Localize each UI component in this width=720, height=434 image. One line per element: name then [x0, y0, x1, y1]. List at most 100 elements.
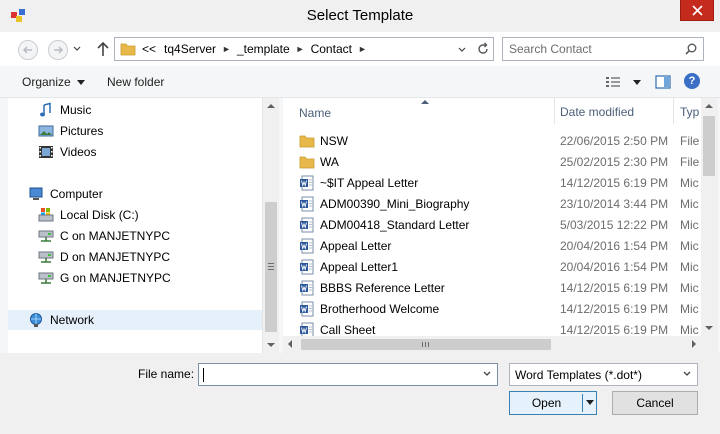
back-arrow-icon [22, 46, 32, 54]
recent-locations-chevron-icon[interactable] [72, 44, 82, 54]
preview-pane-icon[interactable] [655, 74, 671, 90]
file-row[interactable]: Call Sheet 14/12/2015 6:19 PM Mic [283, 319, 701, 336]
split-divider [582, 394, 583, 412]
nav-item-videos[interactable]: Videos [38, 142, 96, 162]
close-button[interactable] [680, 0, 714, 21]
column-date-modified[interactable]: Date modified [560, 105, 634, 119]
file-name-input[interactable] [203, 367, 473, 381]
search-icon[interactable] [685, 43, 697, 55]
open-options-chevron-icon[interactable] [586, 400, 594, 405]
file-name-label: File name: [138, 367, 195, 381]
nav-item-computer[interactable]: Computer [28, 184, 103, 204]
refresh-icon[interactable] [476, 42, 490, 56]
file-type: Mic [680, 239, 699, 253]
word-doc-icon [300, 175, 314, 191]
breadcrumb-separator-icon[interactable]: ► [220, 44, 233, 54]
file-name-combobox[interactable] [198, 363, 498, 386]
breadcrumb-overflow[interactable]: << [140, 42, 160, 56]
breadcrumb-tq4server[interactable]: tq4Server [160, 42, 220, 56]
music-icon [40, 102, 51, 117]
word-doc-icon [300, 217, 314, 233]
breadcrumb-contact[interactable]: Contact [307, 42, 356, 56]
word-doc-icon [300, 196, 314, 212]
navigation-scrollbar[interactable] [262, 98, 279, 353]
file-type: Mic [680, 302, 699, 316]
scrollbar-thumb[interactable] [703, 116, 715, 176]
file-row[interactable]: WA 25/02/2015 2:30 PM File [283, 151, 701, 172]
file-row[interactable]: BBBS Reference Letter 14/12/2015 6:19 PM M… [283, 277, 701, 298]
file-name: ADM00418_Standard Letter [320, 218, 470, 232]
nav-item-local-disk[interactable]: Local Disk (C:) [38, 205, 139, 225]
breadcrumb-template[interactable]: _template [233, 42, 294, 56]
scroll-down-icon[interactable] [705, 326, 713, 330]
file-list-horizontal-scrollbar[interactable] [283, 336, 701, 353]
file-name: ADM00390_Mini_Biography [320, 197, 470, 211]
network-drive-icon [38, 272, 54, 284]
nav-item-d-drive[interactable]: D on MANJETNYPC [38, 247, 170, 267]
nav-item-g-drive[interactable]: G on MANJETNYPC [38, 268, 171, 288]
local-disk-icon [38, 208, 54, 222]
address-bar[interactable]: << tq4Server ► _template ► Contact ► [114, 37, 494, 61]
folder-icon [299, 156, 315, 169]
scroll-down-icon[interactable] [267, 343, 275, 347]
breadcrumb-separator-icon[interactable]: ► [356, 44, 369, 54]
nav-item-pictures[interactable]: Pictures [38, 121, 103, 141]
scrollbar-thumb[interactable] [265, 202, 277, 332]
scroll-right-icon[interactable] [692, 340, 696, 348]
videos-icon [39, 146, 53, 158]
column-type[interactable]: Typ [680, 105, 699, 119]
search-box[interactable] [502, 37, 704, 61]
file-row[interactable]: Brotherhood Welcome 14/12/2015 6:19 PM Mic [283, 298, 701, 319]
navigation-pane: Music Pictures Videos Computer Local Dis… [8, 98, 262, 353]
network-drive-icon [38, 230, 54, 242]
forward-arrow-icon [54, 46, 64, 54]
scroll-up-icon[interactable] [267, 104, 275, 108]
search-input[interactable] [509, 42, 679, 56]
back-button[interactable] [18, 40, 38, 60]
scroll-up-icon[interactable] [705, 104, 713, 108]
file-date-modified: 14/12/2015 6:19 PM [560, 302, 669, 316]
close-icon [691, 4, 703, 16]
column-header: Name Date modified Typ [283, 98, 701, 124]
nav-item-music[interactable]: Music [38, 100, 91, 120]
view-details-icon[interactable] [605, 75, 621, 89]
file-date-modified: 14/12/2015 6:19 PM [560, 281, 669, 295]
nav-item-c-drive[interactable]: C on MANJETNYPC [38, 226, 170, 246]
cancel-button[interactable]: Cancel [612, 391, 698, 415]
file-type-select[interactable]: Word Templates (*.dot*) [509, 363, 698, 386]
file-row[interactable]: Appeal Letter 20/04/2016 1:54 PM Mic [283, 235, 701, 256]
file-row[interactable]: Appeal Letter1 20/04/2016 1:54 PM Mic [283, 256, 701, 277]
file-list-vertical-scrollbar[interactable] [701, 98, 718, 336]
window-title: Select Template [306, 7, 414, 24]
file-name: Appeal Letter [320, 239, 392, 253]
organize-button[interactable]: Organize [22, 75, 85, 89]
up-arrow-icon[interactable] [96, 41, 110, 57]
file-row[interactable]: ~$IT Appeal Letter 14/12/2015 6:19 PM Mic [283, 172, 701, 193]
word-doc-icon [300, 322, 314, 336]
file-type: File [680, 155, 700, 169]
view-options-chevron-icon[interactable] [633, 80, 641, 85]
open-button[interactable]: Open [509, 391, 597, 415]
computer-icon [29, 187, 43, 200]
file-row[interactable]: NSW 22/06/2015 2:50 PM File [283, 130, 701, 151]
column-divider[interactable] [673, 98, 674, 124]
address-dropdown-icon[interactable] [457, 45, 467, 55]
forward-button[interactable] [48, 40, 68, 60]
file-type: Mic [680, 176, 699, 190]
folder-icon [120, 43, 136, 56]
help-icon[interactable]: ? [684, 73, 700, 89]
chevron-down-icon[interactable] [482, 369, 492, 379]
scroll-left-icon[interactable] [288, 340, 292, 348]
file-row[interactable]: ADM00390_Mini_Biography 23/10/2014 3:44 P… [283, 193, 701, 214]
column-name[interactable]: Name [299, 106, 331, 120]
file-name: ~$IT Appeal Letter [320, 176, 419, 190]
file-type: Mic [680, 218, 699, 232]
file-type: Mic [680, 260, 699, 274]
breadcrumb-separator-icon[interactable]: ► [294, 44, 307, 54]
chevron-down-icon[interactable] [682, 369, 692, 379]
column-divider[interactable] [554, 98, 555, 124]
scrollbar-thumb[interactable] [301, 339, 551, 350]
new-folder-button[interactable]: New folder [107, 75, 164, 89]
nav-item-network[interactable]: Network [8, 310, 262, 330]
file-row[interactable]: ADM00418_Standard Letter 5/03/2015 12:22 … [283, 214, 701, 235]
